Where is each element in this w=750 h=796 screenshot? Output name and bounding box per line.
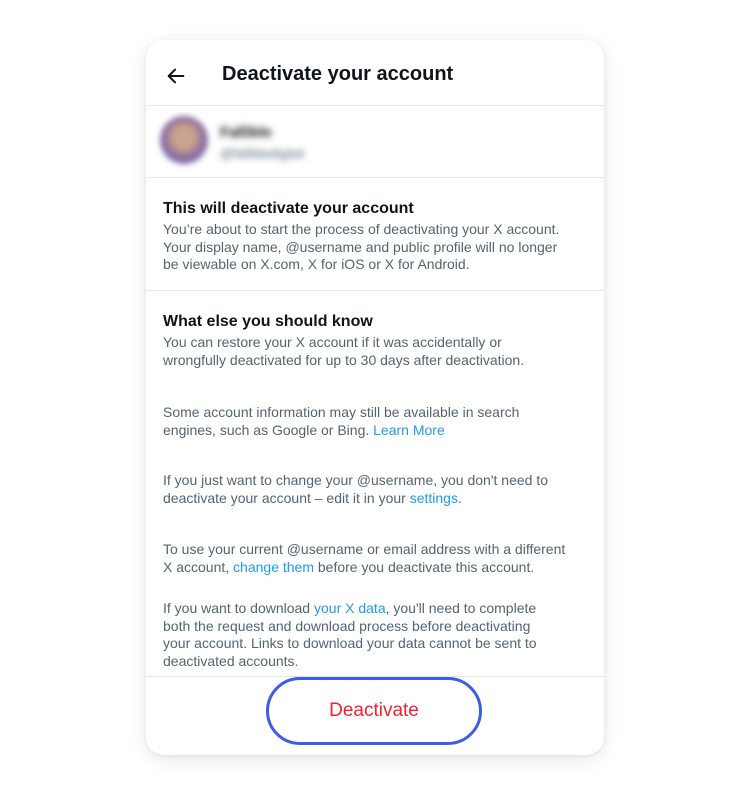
restore-paragraph: You can restore your X account if it was… (163, 334, 593, 369)
body-line: Your display name, @username and public … (163, 238, 558, 255)
your-x-data-link[interactable]: your X data (314, 600, 386, 616)
search-engines-paragraph: Some account information may still be av… (163, 404, 593, 439)
section-heading: What else you should know (163, 313, 373, 330)
section-heading: This will deactivate your account (163, 200, 414, 217)
deactivate-button[interactable]: Deactivate (266, 677, 482, 745)
change-username-paragraph: If you just want to change your @usernam… (163, 472, 593, 507)
back-button[interactable] (160, 60, 192, 92)
body-line: wrongfully deactivated for up to 30 days… (163, 351, 525, 368)
learn-more-link[interactable]: Learn More (373, 422, 445, 438)
account-handle: @fallibledigital (220, 146, 305, 161)
body-line: You’re about to start the process of dea… (163, 221, 560, 237)
body-text: , you'll need to complete (385, 600, 537, 616)
account-summary: Fallible @fallibledigital (146, 106, 604, 178)
page-title: Deactivate your account (222, 63, 454, 85)
arrow-left-icon (167, 68, 185, 84)
body-text: deactivate your account – edit it in you… (163, 489, 410, 506)
reuse-username-paragraph: To use your current @username or email a… (163, 541, 593, 576)
body-text: If you want to download (163, 600, 314, 616)
body-text: . (457, 489, 462, 506)
body-line: both the request and download process be… (163, 617, 531, 634)
body-text: engines, such as Google or Bing. (163, 421, 374, 438)
body-line: deactivate your account – edit it in you… (163, 490, 593, 508)
body-line: your account. Links to download your dat… (163, 635, 537, 651)
body-line: X account, change them before you deacti… (163, 559, 593, 577)
body-line: If you just want to change your @usernam… (163, 472, 549, 488)
body-line: You can restore your X account if it was… (163, 334, 502, 350)
deactivate-button-label: Deactivate (329, 700, 419, 721)
body-text: X account, (163, 558, 234, 575)
deactivate-info-section: This will deactivate your account You’re… (146, 178, 604, 291)
section-body: You’re about to start the process of dea… (163, 221, 593, 274)
download-data-paragraph: If you want to download your X data, you… (163, 600, 593, 670)
deactivate-dialog: Deactivate your account Fallible @fallib… (146, 40, 604, 755)
dialog-footer: Deactivate (146, 677, 604, 755)
body-line: engines, such as Google or Bing. Learn M… (163, 422, 593, 440)
settings-link[interactable]: settings (410, 490, 458, 506)
change-them-link[interactable]: change them (233, 559, 314, 575)
account-name: Fallible (220, 124, 272, 141)
dialog-header: Deactivate your account (146, 40, 604, 106)
body-text: before you deactivate this account. (314, 558, 535, 575)
body-line: deactivated accounts. (163, 652, 299, 669)
body-line: Some account information may still be av… (163, 404, 520, 420)
body-line: be viewable on X.com, X for iOS or X for… (163, 256, 470, 272)
body-line: To use your current @username or email a… (163, 541, 566, 557)
avatar (160, 116, 208, 164)
what-else-section: What else you should know You can restor… (146, 291, 604, 677)
body-line: If you want to download your X data, you… (163, 600, 593, 618)
